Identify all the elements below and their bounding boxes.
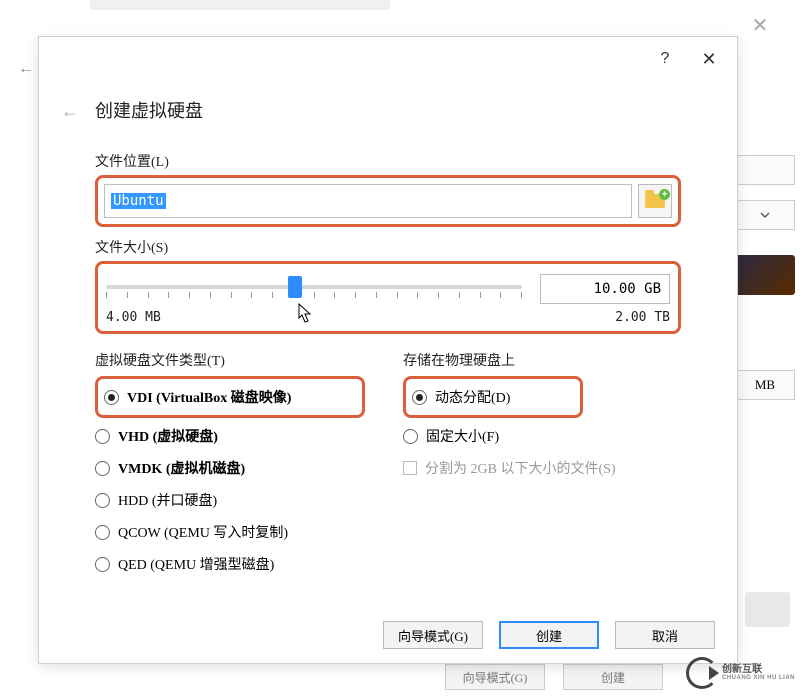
checkbox-icon (403, 461, 417, 475)
dialog-header: ← 创建虚拟硬盘 (39, 81, 737, 133)
file-size-label: 文件大小(S) (95, 237, 681, 257)
dialog-titlebar: ? ✕ (39, 37, 737, 81)
help-button[interactable]: ? (643, 41, 687, 77)
ghost-back-arrow-icon: ← (18, 60, 34, 78)
file-size-box: 10.00 GB 4.00 MB 2.00 TB (95, 261, 681, 334)
radio-icon (95, 429, 110, 444)
file-location-value: Ubuntu (111, 193, 166, 209)
storage-group: 动态分配(D) 固定大小(F) 分割为 2GB 以下大小的文件(S) (403, 376, 681, 484)
watermark: 创新互联 CHUANG XIN HU LIAN (686, 657, 795, 689)
radio-icon (403, 429, 418, 444)
split-label: 分割为 2GB 以下大小的文件(S) (425, 458, 616, 478)
radio-hdd[interactable]: HDD (并口硬盘) (95, 484, 373, 516)
radio-label: VMDK (虚拟机磁盘) (118, 458, 245, 478)
highlighted-vdi-option: VDI (VirtualBox 磁盘映像) (95, 376, 365, 418)
radio-label: HDD (并口硬盘) (118, 490, 217, 510)
radio-qcow[interactable]: QCOW (QEMU 写入时复制) (95, 516, 373, 548)
folder-icon: ✦ (645, 194, 665, 208)
size-min-label: 4.00 MB (106, 310, 161, 325)
ghost-close-icon: ✕ (745, 10, 775, 40)
disk-type-label: 虚拟硬盘文件类型(T) (95, 350, 373, 370)
radio-label: 动态分配(D) (435, 387, 510, 407)
radio-label: QED (QEMU 增强型磁盘) (118, 554, 274, 574)
radio-vhd[interactable]: VHD (虚拟硬盘) (95, 420, 373, 452)
radio-vmdk[interactable]: VMDK (虚拟机磁盘) (95, 452, 373, 484)
cursor-icon (297, 302, 315, 331)
size-max-label: 2.00 TB (615, 310, 670, 325)
radio-icon (95, 461, 110, 476)
radio-icon (95, 493, 110, 508)
split-checkbox-row: 分割为 2GB 以下大小的文件(S) (403, 452, 681, 484)
guide-mode-button[interactable]: 向导模式(G) (383, 621, 483, 649)
create-button[interactable]: 创建 (499, 621, 599, 649)
slider-thumb[interactable] (288, 276, 302, 298)
radio-dynamic[interactable]: 动态分配(D) (412, 383, 574, 411)
highlighted-dynamic-option: 动态分配(D) (403, 376, 583, 418)
watermark-text: 创新互联 (722, 665, 795, 675)
create-virtual-disk-dialog: ? ✕ ← 创建虚拟硬盘 文件位置(L) Ubuntu ✦ 文件大小(S) (38, 36, 738, 664)
cancel-button[interactable]: 取消 (615, 621, 715, 649)
ghost-mb-label: MB (735, 370, 795, 400)
radio-label: VHD (虚拟硬盘) (118, 426, 218, 446)
plus-badge-icon: ✦ (659, 189, 670, 200)
radio-label: 固定大小(F) (426, 426, 499, 446)
ghost-titlebar (90, 0, 390, 10)
ghost-create-button: 创建 (563, 664, 663, 690)
ghost-disk-icon (745, 592, 790, 627)
radio-icon (412, 390, 427, 405)
watermark-logo-icon (686, 657, 718, 689)
radio-icon (104, 390, 119, 405)
storage-label: 存储在物理硬盘上 (403, 350, 681, 370)
radio-vdi[interactable]: VDI (VirtualBox 磁盘映像) (104, 383, 356, 411)
size-slider[interactable] (106, 274, 522, 304)
disk-type-group: VDI (VirtualBox 磁盘映像) VHD (虚拟硬盘) VMDK (虚… (95, 376, 373, 580)
close-button[interactable]: ✕ (687, 41, 731, 77)
file-location-input[interactable]: Ubuntu (104, 184, 632, 218)
ghost-thumbnail (735, 255, 795, 295)
browse-button[interactable]: ✦ (638, 184, 672, 218)
radio-fixed[interactable]: 固定大小(F) (403, 420, 681, 452)
file-location-label: 文件位置(L) (95, 151, 681, 171)
size-value-input[interactable]: 10.00 GB (540, 274, 670, 304)
ghost-dropdown (735, 200, 795, 230)
dialog-title: 创建虚拟硬盘 (95, 97, 203, 123)
radio-icon (95, 557, 110, 572)
watermark-subtext: CHUANG XIN HU LIAN (722, 675, 795, 681)
back-arrow-icon[interactable]: ← (61, 101, 79, 122)
ghost-guide-button: 向导模式(G) (445, 664, 545, 690)
radio-qed[interactable]: QED (QEMU 增强型磁盘) (95, 548, 373, 580)
ghost-box (735, 155, 795, 185)
dialog-button-row: 向导模式(G) 创建 取消 (383, 621, 715, 649)
radio-label: QCOW (QEMU 写入时复制) (118, 522, 288, 542)
file-location-row: Ubuntu ✦ (95, 175, 681, 227)
radio-label: VDI (VirtualBox 磁盘映像) (127, 387, 291, 407)
radio-icon (95, 525, 110, 540)
